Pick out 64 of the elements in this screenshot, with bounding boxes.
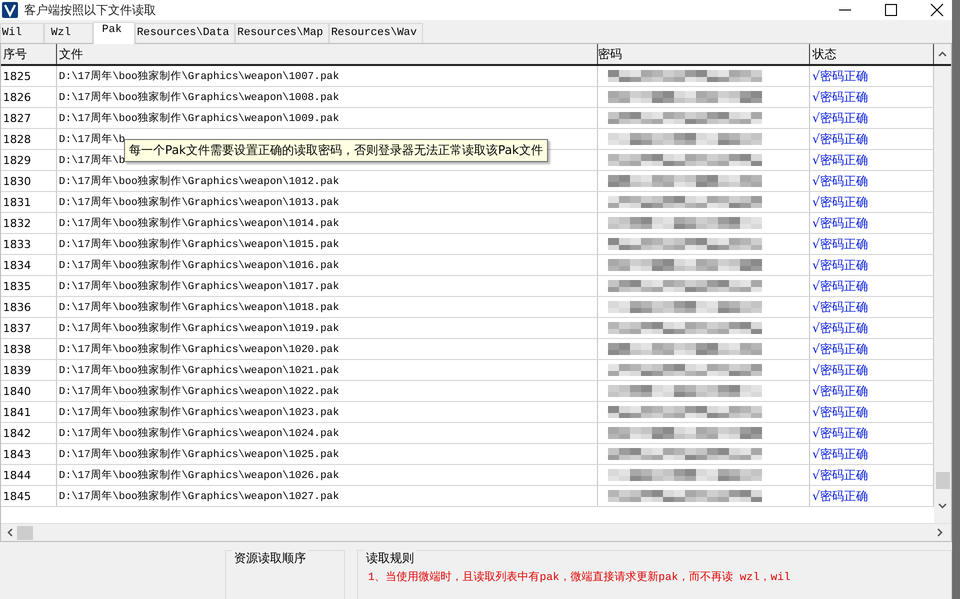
table-cell: 1838 [1,339,57,359]
table-cell: 1839 [1,360,57,380]
column-header[interactable]: 序号 [1,44,57,64]
table-cell: D:\17周年\boo独家制作\Graphics\weapon\1023.pak [56,402,598,422]
table-cell: D:\17周年\boo独家制作\Graphics\weapon\1021.pak [56,360,598,380]
vertical-scrollbar[interactable] [934,66,951,523]
table-cell: D:\17周年\boo独家制作\Graphics\weapon\1026.pak [56,465,598,485]
column-header[interactable]: 状态 [810,44,934,64]
table-cell: 1844 [1,465,57,485]
table-cell: 1826 [1,87,57,107]
table-cell: 1828 [1,129,57,149]
table-cell: 1825 [1,66,57,86]
table-cell: D:\17周年\boo独家制作\Graphics\weapon\1017.pak [56,276,598,296]
column-header[interactable]: 密码 [598,44,810,64]
tab[interactable]: Pak [93,22,135,44]
window-title: 客户端按照以下文件读取 [24,2,156,18]
scroll-right-icon[interactable] [937,528,943,537]
table-cell: 1827 [1,108,57,128]
tab[interactable]: Resources\Map [235,23,330,43]
table-cell: D:\17周年\boo独家制作\Graphics\weapon\1024.pak [56,423,598,443]
table-cell: D:\17周年\boo独家制作\Graphics\weapon\1027.pak [56,486,598,506]
table-cell: D:\17周年\boo独家制作\Graphics\weapon\1012.pak [56,171,598,191]
table-cell: 1835 [1,276,57,296]
column-header[interactable]: 文件 [56,44,598,64]
tab[interactable]: Resources\Data [134,23,236,43]
table-cell: D:\17周年\boo独家制作\Graphics\weapon\1019.pak [56,318,598,338]
scroll-left-icon[interactable] [7,528,13,537]
table-cell: 1837 [1,318,57,338]
table-cell: 1836 [1,297,57,317]
table-cell: 1829 [1,150,57,170]
table-cell: D:\17周年\boo独家制作\Graphics\weapon\1009.pak [56,108,598,128]
tab[interactable]: Wil [0,23,44,43]
rule-text: 1、当使用微端时，且读取列表中有pak，微端直接请求更新pak，而不再读 wzl，wil [367,570,792,584]
tab[interactable]: Wzl [44,23,93,43]
scroll-thumb[interactable] [17,526,33,540]
table-cell: D:\17周年\boo独家制作\Graphics\weapon\1015.pak [56,234,598,254]
table-cell: 1831 [1,192,57,212]
scroll-down-icon[interactable] [938,503,948,509]
table-cell: 1832 [1,213,57,233]
table-cell: 1840 [1,381,57,401]
table-cell: 1841 [1,402,57,422]
tab[interactable]: Resources\Wav [329,23,423,43]
table-cell: D:\17周年\boo独家制作\Graphics\weapon\1020.pak [56,339,598,359]
table-cell: D:\17周年\boo独家制作\Graphics\weapon\1013.pak [56,192,598,212]
table-cell: D:\17周年\boo独家制作\Graphics\weapon\1007.pak [56,66,598,86]
table-cell: D:\17周年\boo独家制作\Graphics\weapon\1014.pak [56,213,598,233]
table-cell: 1845 [1,486,57,506]
close-icon[interactable] [930,3,944,17]
table-cell: D:\17周年\boo独家制作\Graphics\weapon\1016.pak [56,255,598,275]
table-cell: 1830 [1,171,57,191]
table-cell: D:\17周年\boo独家制作\Graphics\weapon\1025.pak [56,444,598,464]
table-cell: 1833 [1,234,57,254]
table-cell: 1843 [1,444,57,464]
table-cell: D:\17周年\boo独家制作\Graphics\weapon\1018.pak [56,297,598,317]
maximize-icon[interactable] [884,3,898,17]
panel-title: 读取规则 [364,550,416,567]
table-cell: D:\17周年\boo独家制作\Graphics\weapon\1008.pak [56,87,598,107]
table-cell: 1842 [1,423,57,443]
table-cell: D:\17周年\boo独家制作\Graphics\weapon\1022.pak [56,381,598,401]
scroll-thumb[interactable] [936,472,950,489]
horizontal-scrollbar[interactable] [1,523,951,541]
panel-title: 资源读取顺序 [232,550,308,567]
table-cell: 1834 [1,255,57,275]
scroll-up-icon[interactable] [938,51,948,57]
